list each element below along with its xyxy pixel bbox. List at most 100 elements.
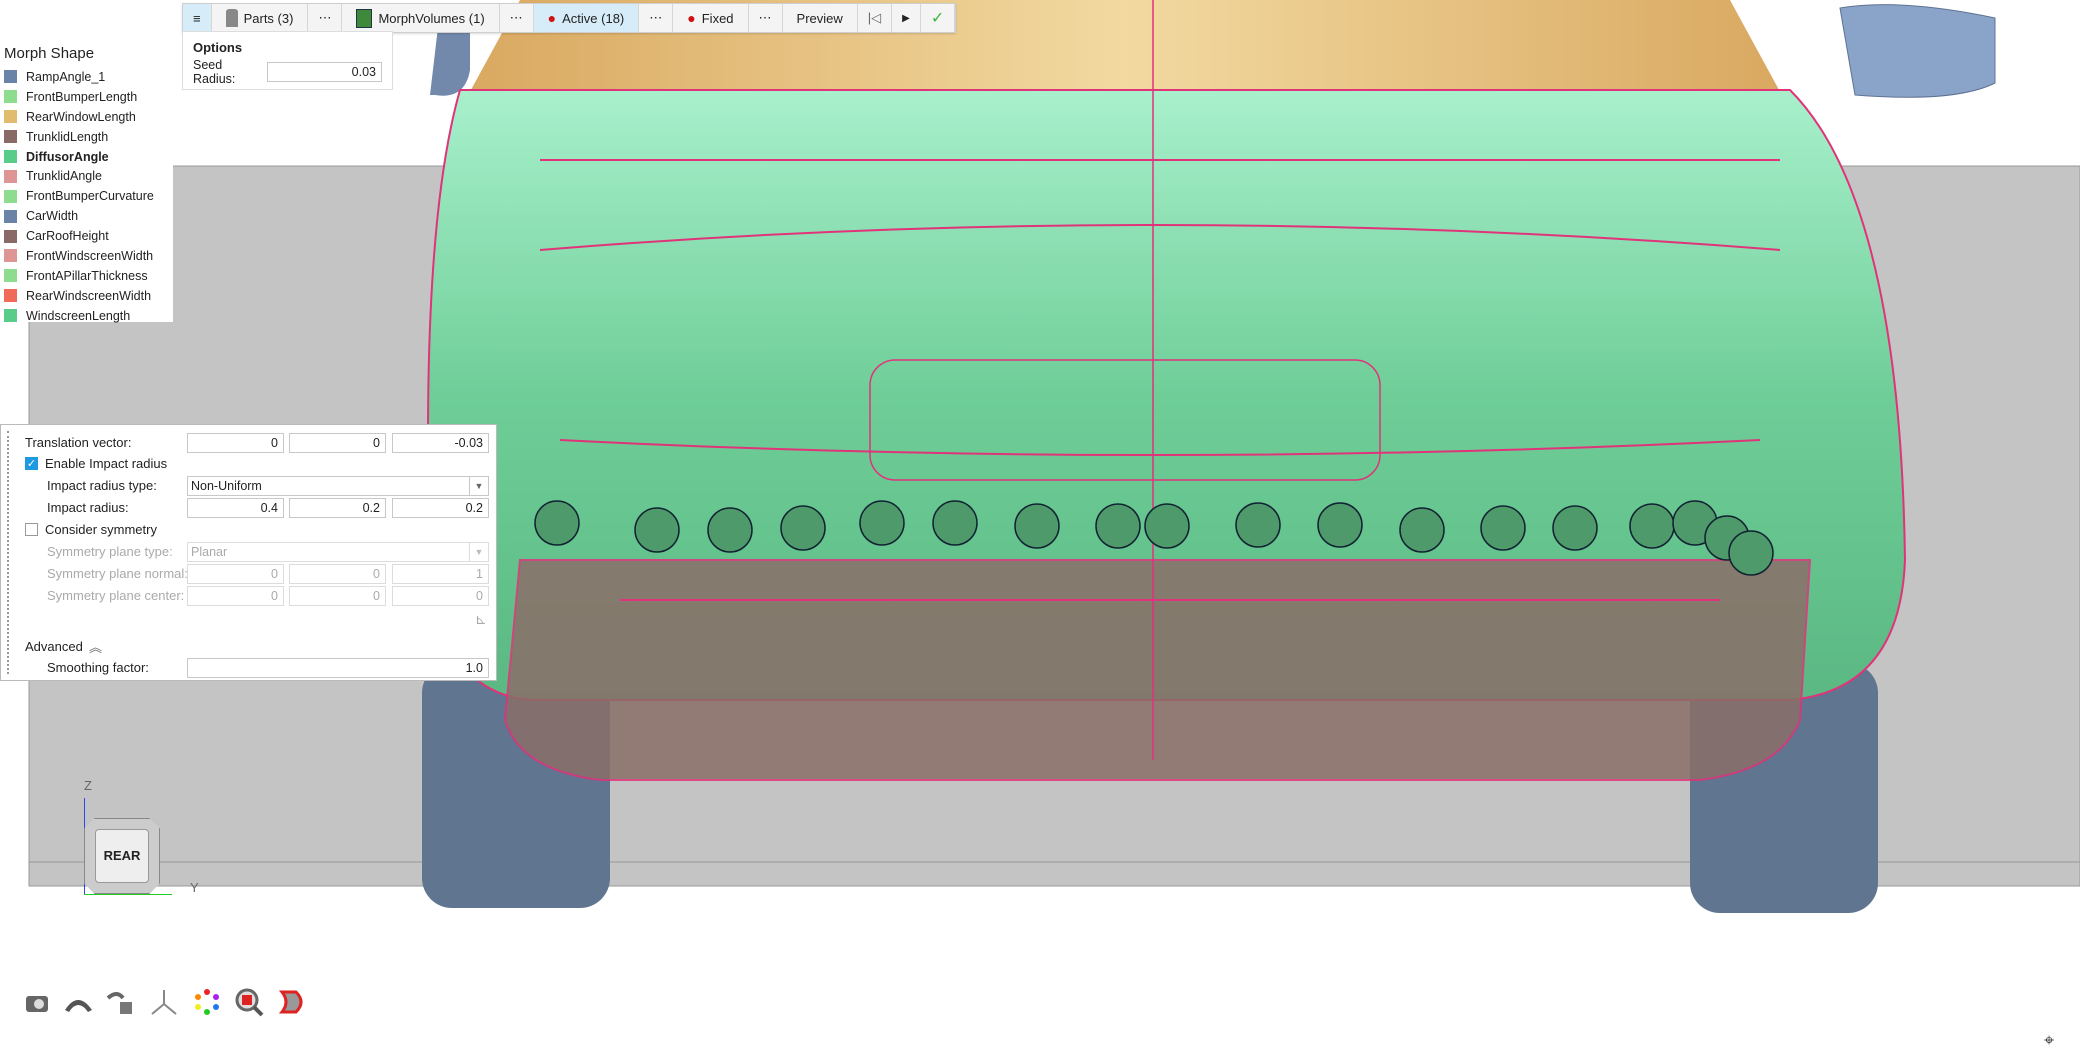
view-cube-face-rear[interactable]: REAR: [95, 829, 149, 883]
section-cut-icon[interactable]: [276, 986, 308, 1018]
chevron-down-icon: ▼: [469, 543, 488, 561]
preview-button[interactable]: Preview: [783, 4, 858, 32]
translation-x-input[interactable]: 0: [187, 433, 284, 453]
zoom-fit-icon[interactable]: [233, 986, 265, 1018]
legend-item[interactable]: TrunklidLength: [0, 127, 173, 147]
impact-radius-y-input[interactable]: 0.2: [289, 498, 386, 518]
red-spheres-icon: ●: [687, 10, 696, 26]
legend-item[interactable]: FrontBumperCurvature: [0, 186, 173, 206]
translation-y-input[interactable]: 0: [289, 433, 386, 453]
legend-item[interactable]: CarWidth: [0, 206, 173, 226]
seed-point[interactable]: [634, 507, 680, 553]
morphvolumes-button[interactable]: MorphVolumes (1): [342, 4, 500, 32]
morphvolumes-more-button[interactable]: ⋯: [500, 4, 534, 32]
axis-triad-icon[interactable]: [148, 986, 180, 1018]
legend-item-label: RampAngle_1: [26, 69, 106, 84]
legend-item[interactable]: RampAngle_1: [0, 67, 173, 87]
crosshair-icon[interactable]: ⌖: [2044, 1030, 2054, 1051]
legend-item[interactable]: FrontWindscreenWidth: [0, 246, 173, 266]
seed-point[interactable]: [859, 500, 905, 546]
color-swatch: [4, 189, 17, 203]
seed-point[interactable]: [1399, 507, 1445, 553]
part-transform-icon[interactable]: [105, 986, 137, 1018]
color-swatch: [4, 169, 17, 183]
legend-item[interactable]: WindscreenLength: [0, 306, 173, 326]
smoothing-input[interactable]: 1.0: [187, 658, 489, 678]
morph-volume-icon: [356, 8, 373, 28]
collapse-chevron-icon[interactable]: ︽: [89, 637, 102, 656]
legend-item-label: FrontBumperLength: [26, 89, 138, 104]
seed-point[interactable]: [1095, 503, 1141, 549]
legend-item-label: RearWindscreenWidth: [26, 288, 152, 303]
seed-point[interactable]: [707, 507, 753, 553]
seed-point[interactable]: [1629, 503, 1675, 549]
legend-item[interactable]: CarRoofHeight: [0, 226, 173, 246]
mirror-right: [1839, 4, 1996, 98]
legend-title: Morph Shape: [4, 45, 95, 62]
seed-point[interactable]: [932, 500, 978, 546]
pick-axis-icon[interactable]: ⊾: [475, 611, 487, 628]
legend-item[interactable]: TrunklidAngle: [0, 166, 173, 186]
parts-icon: [225, 9, 238, 27]
legend-item[interactable]: RearWindscreenWidth: [0, 286, 173, 306]
seed-point[interactable]: [534, 500, 580, 546]
seed-point[interactable]: [780, 505, 826, 551]
apply-button[interactable]: ✓: [921, 4, 956, 32]
options-panel: Options Seed Radius: 0.03: [182, 31, 393, 90]
seed-point[interactable]: [1014, 503, 1060, 549]
seed-radius-label: Seed Radius:: [193, 58, 236, 86]
parts-more-button[interactable]: ⋯: [308, 4, 343, 32]
legend-item[interactable]: RearWindowLength: [0, 107, 173, 127]
legend-item[interactable]: DiffusorAngle: [0, 147, 173, 167]
morph-shape-legend: Morph Shape RampAngle_1 FrontBumperLength…: [0, 44, 173, 323]
parts-button[interactable]: Parts (3): [212, 4, 309, 32]
seed-radius-input[interactable]: 0.03: [266, 62, 382, 82]
axis-y-label: Y: [190, 880, 199, 895]
seed-point[interactable]: [1235, 502, 1281, 548]
camera-icon[interactable]: [22, 986, 54, 1018]
rewind-button[interactable]: |◁: [858, 4, 893, 32]
legend-item-label: WindscreenLength: [26, 308, 131, 323]
menu-button[interactable]: ≡: [183, 4, 212, 32]
active-more-button[interactable]: ⋯: [639, 4, 674, 32]
impact-radius-x-input[interactable]: 0.4: [187, 498, 284, 518]
impact-radius-z-input[interactable]: 0.2: [392, 498, 489, 518]
legend-item-label: FrontBumperCurvature: [26, 189, 154, 204]
panel-drag-handle[interactable]: [7, 431, 9, 674]
options-title: Options: [193, 40, 243, 55]
sym-type-select[interactable]: Planar ▼: [187, 542, 489, 562]
sym-normal-x-input[interactable]: 0: [187, 564, 284, 584]
color-swatch: [4, 90, 17, 104]
seed-point[interactable]: [1552, 505, 1598, 551]
sym-normal-z-input[interactable]: 1: [392, 564, 489, 584]
view-cube[interactable]: Z Y X REAR: [84, 778, 199, 895]
consider-symmetry-checkbox[interactable]: [25, 523, 38, 536]
seed-point[interactable]: [1480, 505, 1526, 551]
active-seeds-button[interactable]: ● Active (18): [533, 4, 640, 32]
fixed-more-button[interactable]: ⋯: [749, 4, 783, 32]
translation-z-input[interactable]: -0.03: [392, 433, 489, 453]
sym-center-y-input[interactable]: 0: [289, 586, 386, 606]
seed-point[interactable]: [1144, 503, 1190, 549]
color-swatch: [4, 269, 17, 283]
sym-center-x-input[interactable]: 0: [187, 586, 284, 606]
play-button[interactable]: ▶: [892, 4, 921, 32]
legend-item[interactable]: FrontBumperLength: [0, 87, 173, 107]
color-swatch: [4, 70, 17, 84]
legend-item[interactable]: FrontAPillarThickness: [0, 266, 173, 286]
fixed-seeds-button[interactable]: ● Fixed: [673, 4, 749, 32]
legend-item-label: TrunklidLength: [26, 129, 109, 144]
sym-type-label: Symmetry plane type:: [47, 544, 173, 559]
seed-point[interactable]: [1317, 502, 1363, 548]
surface-icon[interactable]: [62, 986, 94, 1018]
sym-normal-y-input[interactable]: 0: [289, 564, 386, 584]
checkmark-icon: ✓: [930, 10, 945, 27]
impact-type-select[interactable]: Non-Uniform ▼: [187, 476, 489, 496]
seed-properties-panel: Translation vector: 0 0 -0.03 ✓ Enable I…: [0, 424, 497, 681]
sym-center-z-input[interactable]: 0: [392, 586, 489, 606]
seed-point[interactable]: [1728, 530, 1774, 576]
color-swatch: [4, 249, 17, 263]
enable-impact-checkbox[interactable]: ✓: [25, 457, 38, 470]
color-wheel-icon[interactable]: [191, 986, 223, 1018]
legend-item-label: FrontAPillarThickness: [26, 268, 148, 283]
